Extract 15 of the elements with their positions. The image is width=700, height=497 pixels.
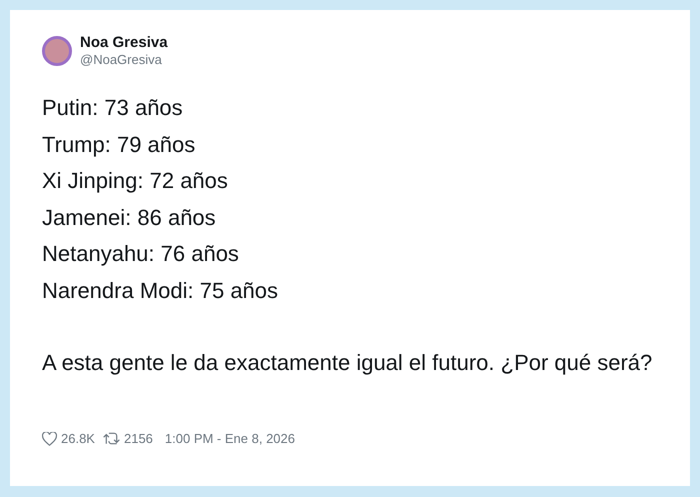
tweet-line: Putin: 73 años [42, 94, 184, 122]
tweet-line: Jamenei: 86 años [42, 204, 217, 232]
like-count: 26.8K [61, 430, 95, 448]
tweet-line: Netanyahu: 76 años [42, 240, 240, 268]
tweet-text: A esta gente le da exactamente igual el futuro. ¿Por qué será? [42, 349, 654, 377]
author-handle: @NoaGresiva [80, 52, 163, 68]
tweet-line: Trump: 79 años [42, 130, 196, 159]
retweet-count: 2156 [124, 430, 153, 448]
timestamp: 1:00 PM - Ene 8, 2026 [164, 430, 295, 448]
retweet-icon[interactable] [102, 432, 120, 446]
tweet-line: Xi Jinping: 72 años [42, 167, 229, 195]
tweet-line: Narendra Modi: 75 años [42, 276, 280, 304]
heart-icon[interactable] [42, 432, 57, 446]
avatar [42, 36, 72, 66]
author-name: Noa Gresiva [80, 34, 168, 52]
